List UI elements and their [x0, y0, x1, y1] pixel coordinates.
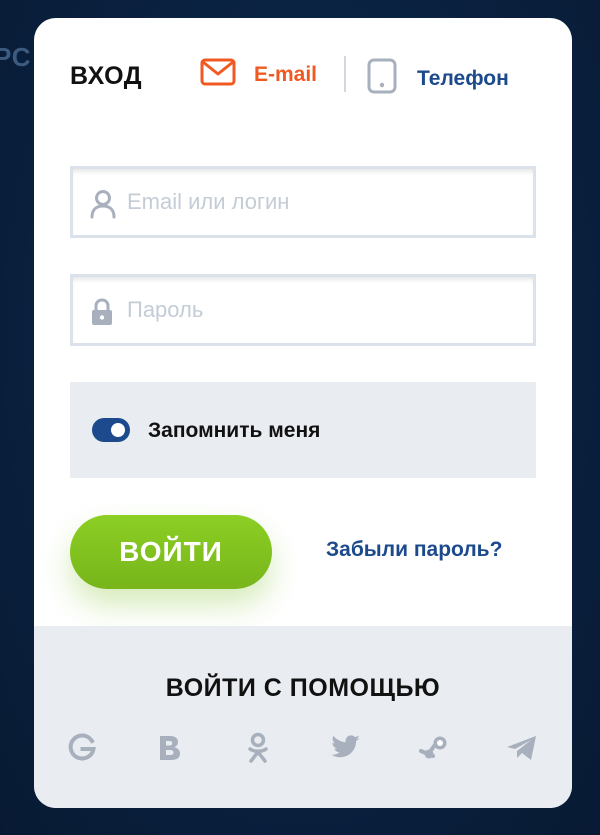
- user-icon: [89, 189, 117, 224]
- phone-icon: [367, 58, 397, 99]
- tab-email-label: E-mail: [254, 62, 318, 86]
- envelope-icon: [200, 58, 236, 91]
- forgot-password-link[interactable]: Забыли пароль?: [326, 538, 502, 562]
- tab-email[interactable]: E-mail: [200, 58, 317, 91]
- login-input[interactable]: [127, 169, 527, 235]
- social-icons: [64, 730, 540, 766]
- tab-phone-label: Телефон: [417, 66, 509, 90]
- login-header: ВХОД E-mail Телефон: [34, 18, 572, 128]
- login-card: ВХОД E-mail Телефон Email или логин Запо…: [34, 18, 572, 808]
- toggle-knob: [111, 423, 125, 437]
- tab-divider: [344, 56, 346, 92]
- lock-icon: [89, 297, 115, 332]
- remember-label: Запомнить меня: [148, 419, 321, 442]
- tab-phone[interactable]: Телефон: [367, 58, 509, 99]
- social-title: ВОЙТИ С ПОМОЩЬЮ: [165, 674, 441, 702]
- background-partial-text: РС: [0, 42, 32, 72]
- login-title: ВХОД: [70, 62, 143, 90]
- social-login-panel: ВОЙТИ С ПОМОЩЬЮ: [34, 626, 572, 808]
- twitter-icon[interactable]: [328, 730, 364, 766]
- vk-icon[interactable]: [152, 730, 188, 766]
- login-field: [70, 166, 536, 238]
- telegram-icon[interactable]: [504, 730, 540, 766]
- remember-panel: Запомнить меня: [70, 382, 536, 478]
- google-icon[interactable]: [64, 730, 100, 766]
- odnoklassniki-icon[interactable]: [240, 730, 276, 766]
- remember-toggle[interactable]: [92, 418, 130, 442]
- steam-icon[interactable]: [416, 730, 452, 766]
- password-field: [70, 274, 536, 346]
- password-input[interactable]: [127, 277, 527, 343]
- login-button[interactable]: ВОЙТИ: [70, 515, 272, 589]
